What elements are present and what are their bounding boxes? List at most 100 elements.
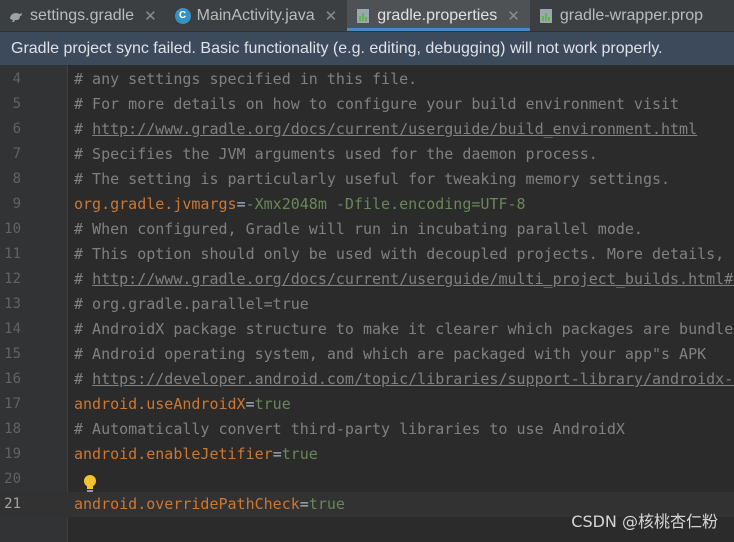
tab-label: MainActivity.java — [196, 6, 315, 24]
property-key: android.enableJetifier — [74, 445, 273, 463]
equals-sign: = — [272, 445, 282, 463]
gradle-icon — [8, 8, 24, 24]
tab-gradle-properties[interactable]: gradle.properties ✕ — [347, 0, 530, 31]
code-line: 5 # For more details on how to configure … — [0, 92, 734, 117]
code-line: 7 # Specifies the JVM arguments used for … — [0, 142, 734, 167]
line-number: 6 — [12, 121, 21, 137]
tab-mainactivity-java[interactable]: C MainActivity.java ✕ — [167, 0, 348, 31]
code-text: android.overridePathCheck=true — [74, 492, 345, 517]
comment-prefix: # — [74, 370, 93, 388]
line-number: 16 — [4, 371, 21, 387]
code-line: 8 # The setting is particularly useful fo… — [0, 167, 734, 192]
comment-prefix: # — [74, 270, 93, 288]
code-text: # For more details on how to configure y… — [74, 92, 679, 117]
code-text: # http://www.gradle.org/docs/current/use… — [74, 117, 697, 142]
code-text: # Automatically convert third-party libr… — [74, 417, 625, 442]
code-text: # Specifies the JVM arguments used for t… — [74, 142, 598, 167]
comment-text: # This option should only be used with d… — [74, 245, 734, 263]
sync-failed-banner: Gradle project sync failed. Basic functi… — [0, 32, 734, 65]
tab-label: gradle.properties — [377, 6, 498, 24]
code-text: # org.gradle.parallel=true — [74, 292, 309, 317]
code-line: 19 android.enableJetifier=true — [0, 442, 734, 467]
property-key: android.useAndroidX — [74, 395, 246, 413]
line-number: 17 — [4, 396, 21, 412]
code-line: 17 android.useAndroidX=true — [0, 392, 734, 417]
tab-label: gradle-wrapper.prop — [559, 6, 704, 24]
url-link[interactable]: http://www.gradle.org/docs/current/userg… — [92, 270, 734, 288]
code-text: # any settings specified in this file. — [74, 67, 417, 92]
equals-sign: = — [236, 195, 246, 213]
code-text: # Android operating system, and which ar… — [74, 342, 706, 367]
code-text: # This option should only be used with d… — [74, 242, 734, 267]
property-key: android.overridePathCheck — [74, 495, 300, 513]
line-number: 15 — [4, 346, 21, 362]
line-number: 11 — [4, 246, 21, 262]
code-text: # https://developer.android.com/topic/li… — [74, 367, 734, 392]
property-value: true — [308, 495, 345, 513]
tab-gradle-wrapper-properties[interactable]: gradle-wrapper.prop — [530, 0, 713, 31]
url-link[interactable]: https://developer.android.com/topic/libr… — [92, 370, 734, 388]
code-text: org.gradle.jvmargs=-Xmx2048m -Dfile.enco… — [74, 192, 526, 217]
close-icon[interactable]: ✕ — [144, 7, 157, 25]
code-text: # AndroidX package structure to make it … — [74, 317, 734, 342]
comment-text: # Android operating system, and which ar… — [74, 345, 707, 363]
comment-text: # Automatically convert third-party libr… — [74, 420, 625, 438]
line-number: 8 — [12, 171, 21, 187]
code-line: 6 # http://www.gradle.org/docs/current/us… — [0, 117, 734, 142]
code-line: 12 # http://www.gradle.org/docs/current/u… — [0, 267, 734, 292]
tab-settings-gradle[interactable]: settings.gradle ✕ — [0, 0, 167, 31]
code-text: android.enableJetifier=true — [74, 442, 318, 467]
comment-text: # Specifies the JVM arguments used for t… — [74, 145, 598, 163]
comment-text: # any settings specified in this file. — [74, 70, 418, 88]
watermark: CSDN @核桃杏仁粉 — [571, 512, 718, 531]
comment-text: # The setting is particularly useful for… — [74, 170, 671, 188]
code-line: 11 # This option should only be used with… — [0, 242, 734, 267]
equals-sign: = — [245, 395, 255, 413]
properties-file-icon — [538, 8, 554, 24]
code-text: android.useAndroidX=true — [74, 392, 291, 417]
comment-text: # org.gradle.parallel=true — [74, 295, 309, 313]
line-number: 20 — [4, 471, 21, 487]
line-number: 4 — [12, 71, 21, 87]
code-text: # When configured, Gradle will run in in… — [74, 217, 643, 242]
comment-prefix: # — [74, 120, 93, 138]
code-text: # The setting is particularly useful for… — [74, 167, 670, 192]
tab-label: settings.gradle — [30, 6, 135, 24]
code-line: 4 # any settings specified in this file. — [0, 67, 734, 92]
line-number: 9 — [12, 196, 21, 212]
lightbulb-icon[interactable] — [82, 474, 98, 494]
line-number: 5 — [12, 96, 21, 112]
property-value: true — [281, 445, 318, 463]
line-number: 13 — [4, 296, 21, 312]
code-line: 13 # org.gradle.parallel=true — [0, 292, 734, 317]
url-link[interactable]: http://www.gradle.org/docs/current/userg… — [92, 120, 697, 138]
property-value: true — [254, 395, 291, 413]
line-number: 7 — [12, 146, 21, 162]
line-number: 19 — [4, 446, 21, 462]
code-line: 18 # Automatically convert third-party li… — [0, 417, 734, 442]
line-number: 18 — [4, 421, 21, 437]
java-class-icon: C — [174, 7, 191, 24]
close-icon[interactable]: ✕ — [507, 7, 520, 25]
line-number: 14 — [4, 321, 21, 337]
comment-text: # For more details on how to configure y… — [74, 95, 680, 113]
code-editor[interactable]: 4 # any settings specified in this file. 5… — [0, 65, 734, 542]
banner-text: Gradle project sync failed. Basic functi… — [11, 40, 663, 57]
comment-text: # AndroidX package structure to make it … — [74, 320, 734, 338]
comment-text: # When configured, Gradle will run in in… — [74, 220, 643, 238]
properties-file-icon — [355, 8, 371, 24]
line-number: 10 — [4, 221, 21, 237]
line-number: 12 — [4, 271, 21, 287]
code-text: # http://www.gradle.org/docs/current/use… — [74, 267, 734, 292]
property-value: -Xmx2048m -Dfile.encoding=UTF-8 — [245, 195, 526, 213]
line-number: 21 — [4, 496, 21, 512]
equals-sign: = — [299, 495, 309, 513]
property-key: org.gradle.jvmargs — [74, 195, 237, 213]
code-line: 15 # Android operating system, and which … — [0, 342, 734, 367]
code-line: 14 # AndroidX package structure to make i… — [0, 317, 734, 342]
code-line: 9 org.gradle.jvmargs=-Xmx2048m -Dfile.enc… — [0, 192, 734, 217]
code-line: 20 — [0, 467, 734, 492]
close-icon[interactable]: ✕ — [325, 7, 338, 25]
code-line: 16 # https://developer.android.com/topic/… — [0, 367, 734, 392]
editor-tab-bar: settings.gradle ✕ C MainActivity.java ✕ … — [0, 0, 734, 32]
